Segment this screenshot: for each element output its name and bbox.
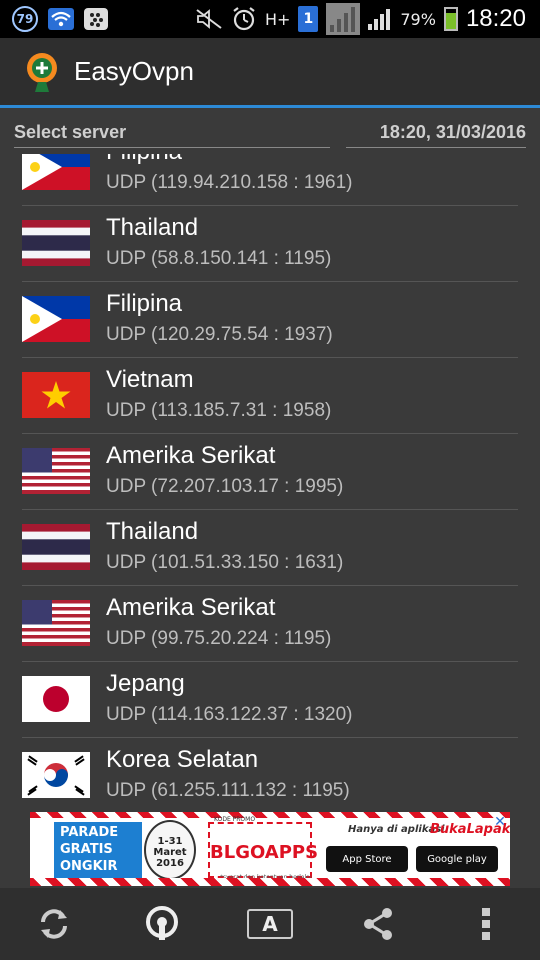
signal-bars-icon: [368, 9, 391, 30]
notification-count-badge: 79: [12, 6, 38, 32]
server-address: UDP (114.163.122.37 : 1320): [106, 704, 353, 725]
server-list-item[interactable]: Jepang UDP (114.163.122.37 : 1320): [22, 662, 518, 738]
ad-promo-code: BLGOAPPS: [208, 822, 318, 878]
last-updated-datetime: 18:20, 31/03/2016: [346, 122, 526, 148]
server-list-item[interactable]: Amerika Serikat UDP (72.207.103.17 : 199…: [22, 434, 518, 510]
blackberry-messenger-icon: [84, 8, 108, 30]
vpn-connect-icon: [146, 906, 178, 940]
share-icon: [364, 908, 392, 940]
server-country: Amerika Serikat: [106, 442, 276, 469]
server-country: Filipina: [106, 154, 182, 166]
app-logo-icon: [27, 52, 57, 92]
ad-date-badge: 1-31 Maret 2016: [144, 820, 196, 880]
share-button[interactable]: [348, 894, 408, 954]
app-store-label: App Store: [342, 853, 392, 865]
server-address: UDP (61.255.111.132 : 1195): [106, 780, 350, 801]
server-country: Amerika Serikat: [106, 594, 276, 621]
select-server-label: Select server: [14, 122, 330, 148]
google-play-badge[interactable]: Google play: [416, 846, 498, 872]
server-address: UDP (113.185.7.31 : 1958): [106, 400, 332, 421]
ad-parade-label: PARADE GRATIS ONGKIR: [54, 822, 142, 878]
font-size-button[interactable]: A: [240, 894, 300, 954]
ad-stripe-top: [30, 812, 510, 818]
google-play-label: Google play: [427, 853, 487, 865]
refresh-icon: [41, 909, 67, 939]
server-address: UDP (119.94.210.158 : 1961): [106, 172, 353, 193]
server-list-item[interactable]: Thailand UDP (101.51.33.150 : 1631): [22, 510, 518, 586]
screen: { "status_bar": { "notification_count": …: [0, 0, 540, 960]
philippines-flag-icon: [22, 296, 90, 342]
font-size-icon: A: [247, 909, 293, 939]
server-country: Filipina: [106, 290, 183, 317]
server-list-item[interactable]: Filipina UDP (119.94.210.158 : 1961): [22, 154, 518, 206]
server-list-header: Select server 18:20, 31/03/2016: [0, 112, 540, 154]
server-address: UDP (58.8.150.141 : 1195): [106, 248, 332, 269]
server-address: UDP (101.51.33.150 : 1631): [106, 552, 344, 573]
ad-stripe-bottom: [30, 878, 510, 886]
server-country: Thailand: [106, 214, 199, 241]
japan-flag-icon: [22, 676, 90, 722]
vietnam-flag-icon: [22, 372, 90, 418]
thailand-flag-icon: [22, 220, 90, 266]
ad-close-icon[interactable]: ✕: [492, 814, 508, 830]
server-list-item[interactable]: Korea Selatan UDP (61.255.111.132 : 1195…: [22, 738, 518, 808]
network-type-label: H+: [264, 9, 291, 29]
battery-percent: 79%: [400, 9, 436, 29]
server-country: Korea Selatan: [106, 746, 259, 773]
server-list[interactable]: Filipina UDP (119.94.210.158 : 1961) Tha…: [0, 154, 540, 808]
server-list-item[interactable]: Vietnam UDP (113.185.7.31 : 1958): [22, 358, 518, 434]
server-country: Thailand: [106, 518, 199, 545]
app-title: EasyOvpn: [74, 56, 194, 86]
overflow-menu-icon: [482, 908, 490, 940]
action-bar: EasyOvpn: [0, 38, 540, 108]
refresh-button[interactable]: [24, 894, 84, 954]
sim-slot-badge: 1: [298, 6, 319, 32]
app-store-badge[interactable]: App Store: [326, 846, 408, 872]
philippines-flag-icon: [22, 154, 90, 190]
server-list-item[interactable]: Filipina UDP (120.29.75.54 : 1937): [22, 282, 518, 358]
usa-flag-icon: [22, 448, 90, 494]
server-list-item[interactable]: Amerika Serikat UDP (99.75.20.224 : 1195…: [22, 586, 518, 662]
wifi-icon: [48, 8, 74, 30]
south-korea-flag-icon: [22, 752, 90, 798]
server-address: UDP (120.29.75.54 : 1937): [106, 324, 333, 345]
usa-flag-icon: [22, 600, 90, 646]
mute-icon: [196, 9, 222, 29]
signal-strength-icon: [326, 3, 361, 35]
server-address: UDP (99.75.20.224 : 1195): [106, 628, 332, 649]
thailand-flag-icon: [22, 524, 90, 570]
server-list-item[interactable]: Thailand UDP (58.8.150.141 : 1195): [22, 206, 518, 282]
alarm-icon: [233, 7, 255, 31]
server-country: Jepang: [106, 670, 185, 697]
overflow-menu-button[interactable]: [456, 894, 516, 954]
bottom-toolbar: A: [0, 888, 540, 960]
ad-promo-label: KODE PROMO: [214, 816, 256, 823]
battery-fill: [445, 13, 456, 29]
font-size-label: A: [262, 912, 278, 936]
ad-banner[interactable]: PARADE GRATIS ONGKIR 1-31 Maret 2016 BLG…: [30, 812, 510, 886]
clock: 18:20: [465, 5, 526, 32]
battery-icon: [443, 7, 458, 31]
vpn-connect-button[interactable]: [132, 894, 192, 954]
server-address: UDP (72.207.103.17 : 1995): [106, 476, 344, 497]
status-bar: 79 H+ 1 79% 18:20: [0, 0, 540, 38]
server-country: Vietnam: [106, 366, 194, 393]
